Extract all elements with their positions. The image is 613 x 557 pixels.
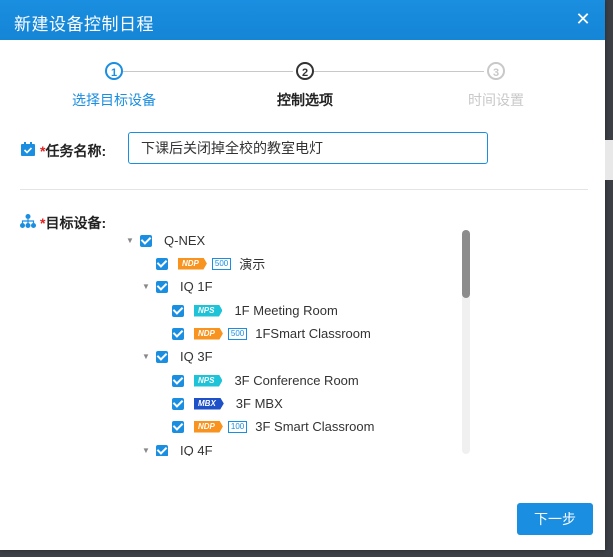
tree-node-iq-3f[interactable]: ▼ IQ 3F — [140, 345, 213, 368]
checkbox[interactable] — [156, 444, 168, 456]
step-progress: 1 选择目标设备 2 控制选项 3 时间设置 — [0, 62, 605, 112]
chevron-down-icon[interactable]: ▼ — [124, 236, 136, 245]
schedule-dialog: 新建设备控制日程 ✕ 1 选择目标设备 2 控制选项 3 时间设置 *任务名称: — [0, 0, 605, 550]
tree-node-iq-1f[interactable]: ▼ IQ 1F — [140, 275, 213, 298]
step-3-label: 时间设置 — [468, 92, 524, 108]
checkbox[interactable] — [172, 374, 184, 387]
ndp-device-icon: NDP — [178, 257, 207, 270]
close-icon[interactable]: ✕ — [573, 9, 593, 29]
background-panel-edge — [605, 140, 613, 180]
step-2-number: 2 — [296, 62, 314, 80]
tree-node-demo[interactable]: NDP 500 演示 — [156, 252, 265, 275]
tree-node-3f-mbx[interactable]: MBX 3F MBX — [172, 392, 283, 415]
checkbox[interactable] — [172, 420, 184, 433]
checkbox[interactable] — [156, 257, 168, 270]
capacity-badge: 100 — [227, 420, 248, 433]
capacity-badge: 500 — [211, 257, 232, 270]
mbx-device-icon: MBX — [194, 397, 224, 410]
calendar-check-icon — [21, 142, 35, 156]
checkbox[interactable] — [156, 280, 168, 293]
step-3: 3 时间设置 — [431, 62, 561, 110]
org-tree-icon — [20, 214, 36, 228]
target-device-label: *目标设备: — [40, 213, 106, 233]
chevron-down-icon[interactable]: ▼ — [140, 352, 152, 361]
next-step-button[interactable]: 下一步 — [517, 503, 593, 535]
tree-node-1f-smart-classroom[interactable]: NDP 500 1FSmart Classroom — [172, 322, 371, 345]
tree-node-label: 3F MBX — [235, 396, 283, 411]
ndp-device-icon: NDP — [194, 420, 223, 433]
checkbox[interactable] — [140, 234, 152, 247]
tree-node-label: 3F Smart Classroom — [255, 419, 375, 434]
step-1-number: 1 — [105, 62, 123, 80]
tree-node-label: IQ 4F — [180, 443, 213, 456]
tree-node-1f-meeting-room[interactable]: NPS 1F Meeting Room — [172, 299, 338, 322]
step-1-label: 选择目标设备 — [72, 92, 156, 108]
tree-node-label: 1F Meeting Room — [234, 303, 338, 318]
ndp-device-icon: NDP — [194, 327, 223, 340]
tree-node-label: 1FSmart Classroom — [255, 326, 371, 341]
tree-node-3f-conference-room[interactable]: NPS 3F Conference Room — [172, 369, 359, 392]
tree-node-q-nex[interactable]: ▼ Q-NEX — [124, 229, 205, 252]
section-divider — [20, 189, 588, 190]
step-2-label: 控制选项 — [277, 92, 333, 108]
target-device-label-text: 目标设备: — [45, 215, 107, 231]
task-name-input[interactable] — [128, 132, 488, 164]
task-name-label-text: 任务名称: — [45, 143, 107, 159]
tree-node-label: 演示 — [239, 257, 266, 272]
device-tree: ▼ Q-NEX NDP 500 演示 ▼ IQ 1F NPS 1F Meetin… — [120, 228, 460, 456]
scrollbar-thumb[interactable] — [462, 230, 470, 298]
checkbox[interactable] — [156, 350, 168, 363]
step-1[interactable]: 1 选择目标设备 — [49, 62, 179, 110]
nps-device-icon: NPS — [194, 304, 223, 317]
dialog-title: 新建设备控制日程 — [14, 15, 154, 34]
chevron-down-icon[interactable]: ▼ — [140, 446, 152, 455]
nps-device-icon: NPS — [194, 374, 223, 387]
tree-node-label: IQ 3F — [180, 349, 213, 364]
tree-node-label: Q-NEX — [164, 233, 206, 248]
tree-node-label: 3F Conference Room — [234, 373, 359, 388]
checkbox[interactable] — [172, 304, 184, 317]
tree-node-3f-smart-classroom[interactable]: NDP 100 3F Smart Classroom — [172, 415, 374, 438]
checkbox[interactable] — [172, 327, 184, 340]
tree-node-label: IQ 1F — [180, 279, 213, 294]
tree-node-iq-4f[interactable]: ▼ IQ 4F — [140, 439, 213, 456]
dialog-titlebar: 新建设备控制日程 ✕ — [0, 0, 605, 40]
chevron-down-icon[interactable]: ▼ — [140, 282, 152, 291]
task-name-label: *任务名称: — [40, 141, 106, 161]
step-2: 2 控制选项 — [240, 62, 370, 110]
step-3-number: 3 — [487, 62, 505, 80]
capacity-badge: 500 — [227, 327, 248, 340]
checkbox[interactable] — [172, 397, 184, 410]
tree-scrollbar[interactable] — [462, 230, 470, 454]
